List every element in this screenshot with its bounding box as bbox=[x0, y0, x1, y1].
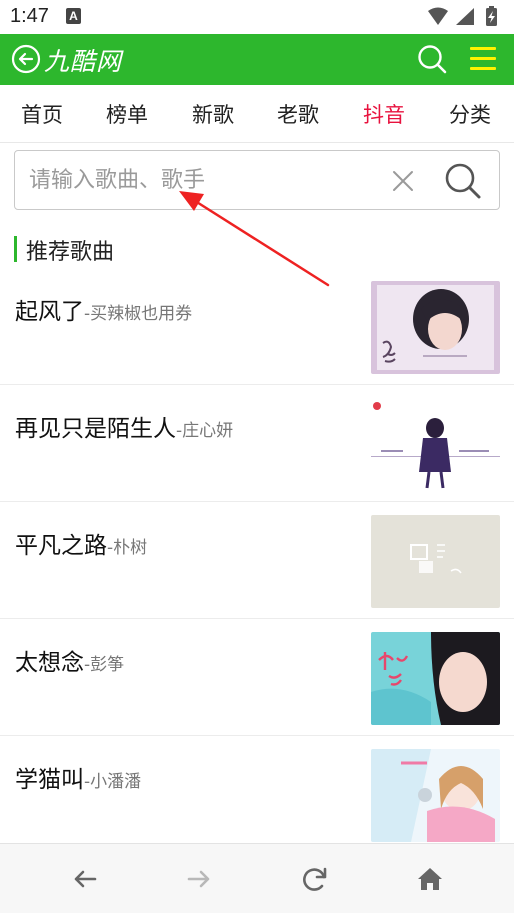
song-row[interactable]: 再见只是陌生人-庄心妍 bbox=[0, 385, 514, 502]
hamburger-menu-icon[interactable] bbox=[470, 46, 496, 72]
song-artist: -买辣椒也用券 bbox=[84, 304, 193, 324]
song-artist: -彭筝 bbox=[84, 655, 125, 675]
signal-icon bbox=[456, 8, 474, 25]
song-cover-image[interactable] bbox=[371, 398, 500, 491]
song-cover-image[interactable] bbox=[371, 749, 500, 842]
search-icon[interactable] bbox=[416, 43, 448, 75]
tab-charts[interactable]: 榜单 bbox=[106, 99, 148, 129]
song-title: 平凡之路 bbox=[15, 533, 107, 559]
status-icons bbox=[428, 6, 497, 26]
song-title: 太想念 bbox=[15, 650, 84, 676]
back-arrow-icon[interactable] bbox=[70, 864, 100, 894]
status-time: 1:47 bbox=[10, 5, 49, 27]
tab-categories[interactable]: 分类 bbox=[449, 99, 491, 129]
song-cover-image[interactable] bbox=[371, 281, 500, 374]
status-bar: 1:47 A bbox=[0, 0, 514, 34]
search-submit-icon[interactable] bbox=[443, 161, 483, 201]
song-cover-image[interactable] bbox=[371, 632, 500, 725]
section-accent-bar bbox=[14, 236, 17, 262]
home-icon[interactable] bbox=[415, 864, 445, 894]
song-title: 起风了 bbox=[15, 299, 84, 325]
browser-bottom-bar bbox=[0, 843, 514, 913]
tab-douyin[interactable]: 抖音 bbox=[363, 99, 405, 129]
song-artist: -庄心妍 bbox=[176, 421, 234, 441]
refresh-icon[interactable] bbox=[300, 864, 330, 894]
section-title: 推荐歌曲 bbox=[26, 240, 115, 265]
song-row[interactable]: 太想念-彭筝 bbox=[0, 619, 514, 736]
notification-badge: A bbox=[66, 8, 81, 24]
song-cover-image[interactable] bbox=[371, 515, 500, 608]
tab-old-songs[interactable]: 老歌 bbox=[277, 99, 319, 129]
song-artist: -小潘潘 bbox=[84, 772, 142, 792]
song-artist: -朴树 bbox=[107, 538, 148, 558]
forward-arrow-icon[interactable] bbox=[184, 864, 214, 894]
song-text: 太想念-彭筝 bbox=[15, 643, 124, 677]
song-row[interactable]: 平凡之路-朴树 bbox=[0, 502, 514, 619]
wifi-icon bbox=[428, 7, 448, 25]
song-list: 起风了-买辣椒也用券 再见只是陌生人-庄心妍 平凡之路-朴树 太想念-彭筝 学猫… bbox=[0, 268, 514, 853]
song-text: 学猫叫-小潘潘 bbox=[15, 760, 141, 794]
song-row[interactable]: 起风了-买辣椒也用券 bbox=[0, 268, 514, 385]
song-text: 再见只是陌生人-庄心妍 bbox=[15, 409, 233, 443]
site-logo[interactable]: 九酷网 bbox=[44, 42, 122, 78]
song-text: 起风了-买辣椒也用券 bbox=[15, 292, 192, 326]
tab-home[interactable]: 首页 bbox=[21, 99, 63, 129]
search-box bbox=[14, 150, 500, 210]
battery-charging-icon bbox=[486, 6, 497, 26]
song-title: 再见只是陌生人 bbox=[15, 416, 176, 442]
search-input[interactable] bbox=[29, 161, 379, 199]
clear-icon[interactable] bbox=[391, 169, 415, 193]
back-circle-icon[interactable] bbox=[11, 44, 41, 74]
song-row[interactable]: 学猫叫-小潘潘 bbox=[0, 736, 514, 853]
song-title: 学猫叫 bbox=[15, 767, 84, 793]
app-header: 九酷网 bbox=[0, 34, 514, 85]
tab-new-songs[interactable]: 新歌 bbox=[192, 99, 234, 129]
category-nav: 首页 榜单 新歌 老歌 抖音 分类 bbox=[0, 85, 514, 143]
song-text: 平凡之路-朴树 bbox=[15, 526, 147, 560]
